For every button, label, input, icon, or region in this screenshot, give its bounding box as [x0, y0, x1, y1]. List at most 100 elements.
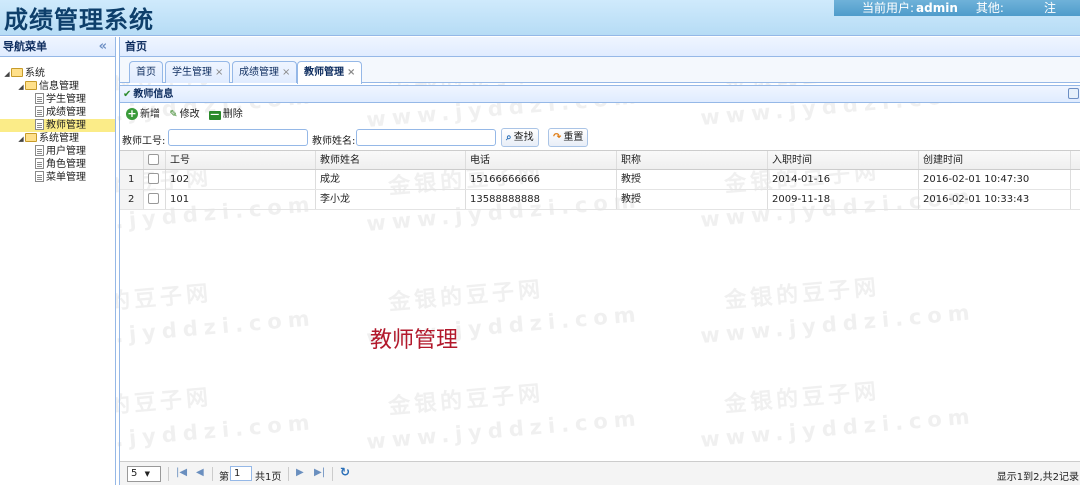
refresh-icon[interactable]: ↻ [340, 465, 350, 479]
close-icon[interactable]: × [347, 67, 355, 78]
current-user-name: admin [916, 1, 958, 15]
column-header-name[interactable]: 教师姓名 [316, 151, 466, 169]
row-checkbox[interactable] [144, 170, 166, 189]
tab-label: 教师管理 [304, 67, 344, 78]
column-header-hire-date[interactable]: 入职时间 [768, 151, 919, 169]
app-header: 成绩管理系统 当前用户: admin 其他: 注 [0, 0, 1080, 36]
column-header-title[interactable]: 职称 [617, 151, 768, 169]
checkbox-icon [148, 172, 159, 184]
next-page-icon[interactable]: ▶ [296, 467, 304, 478]
row-number: 1 [120, 170, 144, 189]
table-row[interactable]: 2 101 李小龙 13588888888 教授 2009-11-18 2016… [120, 190, 1080, 210]
table-row[interactable]: 1 102 成龙 15166666666 教授 2014-01-16 2016-… [120, 170, 1080, 190]
nav-tree: ◢ 系统 ◢ 信息管理 学生管理 成绩管理 教师管理 ◢ 系统管理 用户管理 角色管理… [0, 57, 115, 184]
search-bar: 教师工号: 教师姓名: ⌕ 查找 ↷ 重置 [120, 128, 1080, 148]
tree-node-system[interactable]: ◢ 系统 [0, 67, 115, 80]
tree-node-label: 角色管理 [46, 159, 86, 170]
select-all-checkbox[interactable] [144, 151, 166, 169]
tree-node-student-manage[interactable]: 学生管理 [0, 92, 115, 106]
tab-bar: 首页 学生管理 × 成绩管理 × 教师管理 × [120, 57, 1080, 84]
panel-title: 教师信息 [133, 89, 174, 100]
tree-node-label: 学生管理 [46, 94, 86, 105]
tree-node-teacher-manage[interactable]: 教师管理 [0, 118, 115, 132]
panel-maximize-button[interactable] [1068, 88, 1079, 99]
page-label: 第 [219, 472, 229, 483]
pagination-bar: 5 ▼ |◀ ◀ 第 1 共1页 ▶ ▶| ↻ 显示1到2,共2记录 [120, 461, 1080, 485]
teacher-name-input[interactable] [356, 129, 496, 146]
pencil-icon: ✎ [169, 109, 178, 120]
tab-label: 成绩管理 [239, 67, 279, 78]
close-icon[interactable]: × [282, 67, 290, 78]
grid-header-row: 工号 教师姓名 电话 职称 入职时间 创建时间 [120, 151, 1080, 170]
tree-node-user-manage[interactable]: 用户管理 [0, 144, 115, 158]
file-icon [35, 92, 44, 104]
close-icon[interactable]: × [215, 67, 223, 78]
nav-title: 导航菜单 [3, 40, 47, 53]
page-size-select[interactable]: 5 ▼ [127, 466, 161, 482]
search-button[interactable]: ⌕ 查找 [501, 128, 539, 147]
pager-divider [332, 467, 333, 481]
collapse-nav-button[interactable]: « [99, 37, 107, 57]
nav-panel: 导航菜单 « ◢ 系统 ◢ 信息管理 学生管理 成绩管理 教师管理 ◢ 系统管理 用户… [0, 37, 116, 485]
panel-title-bar: ✔ 教师信息 [120, 85, 1080, 103]
cell-hire-date: 2009-11-18 [768, 190, 919, 209]
column-header-phone[interactable]: 电话 [466, 151, 617, 169]
last-page-icon[interactable]: ▶| [314, 467, 325, 478]
pager-divider [168, 467, 169, 481]
tree-node-info-manage[interactable]: ◢ 信息管理 [0, 80, 115, 93]
tree-node-menu-manage[interactable]: 菜单管理 [0, 170, 115, 184]
tab-label: 首页 [136, 67, 156, 78]
edit-label: 修改 [179, 109, 200, 120]
check-icon: ✔ [123, 89, 132, 100]
tree-node-score-manage[interactable]: 成绩管理 [0, 105, 115, 119]
tab-student-manage[interactable]: 学生管理 × [165, 61, 231, 83]
nav-header: 导航菜单 « [0, 37, 115, 57]
tab-score-manage[interactable]: 成绩管理 × [232, 61, 298, 83]
tab-label: 学生管理 [172, 67, 212, 78]
other-label: 其他: [975, 1, 1004, 15]
main-panel: 首页 首页 学生管理 × 成绩管理 × 教师管理 × ✔ 教师信息 + 新增 ✎ 修改 — 删… [119, 37, 1080, 485]
file-icon [35, 144, 44, 156]
reset-button[interactable]: ↷ 重置 [548, 128, 589, 147]
add-button[interactable]: + 新增 [126, 107, 160, 123]
breadcrumb: 首页 [120, 37, 1080, 57]
delete-button[interactable]: — 删除 [208, 107, 243, 123]
tree-node-label: 菜单管理 [46, 172, 86, 183]
edit-button[interactable]: ✎ 修改 [169, 107, 199, 123]
pager-divider [212, 467, 213, 481]
pager-info: 显示1到2,共2记录 [996, 472, 1079, 483]
reset-icon: ↷ [553, 132, 562, 143]
tree-node-label: 教师管理 [46, 120, 86, 131]
tree-node-system-manage[interactable]: ◢ 系统管理 [0, 132, 115, 145]
cell-phone: 15166666666 [466, 170, 617, 189]
reset-button-label: 重置 [563, 132, 584, 143]
chevron-down-icon: ▼ [144, 470, 150, 478]
page-number-input[interactable]: 1 [230, 466, 252, 481]
cell-id: 101 [166, 190, 316, 209]
cell-name: 成龙 [316, 170, 466, 189]
cell-hire-date: 2014-01-16 [768, 170, 919, 189]
user-bar: 当前用户: admin 其他: 注 [834, 0, 1080, 16]
logout-link[interactable]: 注 [1044, 0, 1056, 16]
prev-page-icon[interactable]: ◀ [196, 467, 204, 478]
app-title: 成绩管理系统 [4, 6, 154, 34]
tree-node-label: 信息管理 [39, 81, 79, 92]
delete-label: 删除 [222, 109, 243, 120]
row-number-header [120, 151, 144, 169]
column-header-created-at[interactable]: 创建时间 [919, 151, 1071, 169]
tree-node-role-manage[interactable]: 角色管理 [0, 157, 115, 171]
checkbox-icon [148, 192, 159, 204]
tab-home[interactable]: 首页 [129, 61, 163, 83]
row-checkbox[interactable] [144, 190, 166, 209]
folder-icon [25, 80, 37, 90]
file-icon [35, 118, 44, 130]
first-page-icon[interactable]: |◀ [176, 467, 187, 478]
teacher-id-input[interactable] [168, 129, 308, 146]
search-button-label: 查找 [513, 132, 534, 143]
cell-title: 教授 [617, 190, 768, 209]
tab-teacher-manage[interactable]: 教师管理 × [297, 61, 363, 84]
cell-name: 李小龙 [316, 190, 466, 209]
column-header-id[interactable]: 工号 [166, 151, 316, 169]
tree-node-label: 系统管理 [39, 133, 79, 144]
tree-node-label: 系统 [25, 68, 45, 79]
